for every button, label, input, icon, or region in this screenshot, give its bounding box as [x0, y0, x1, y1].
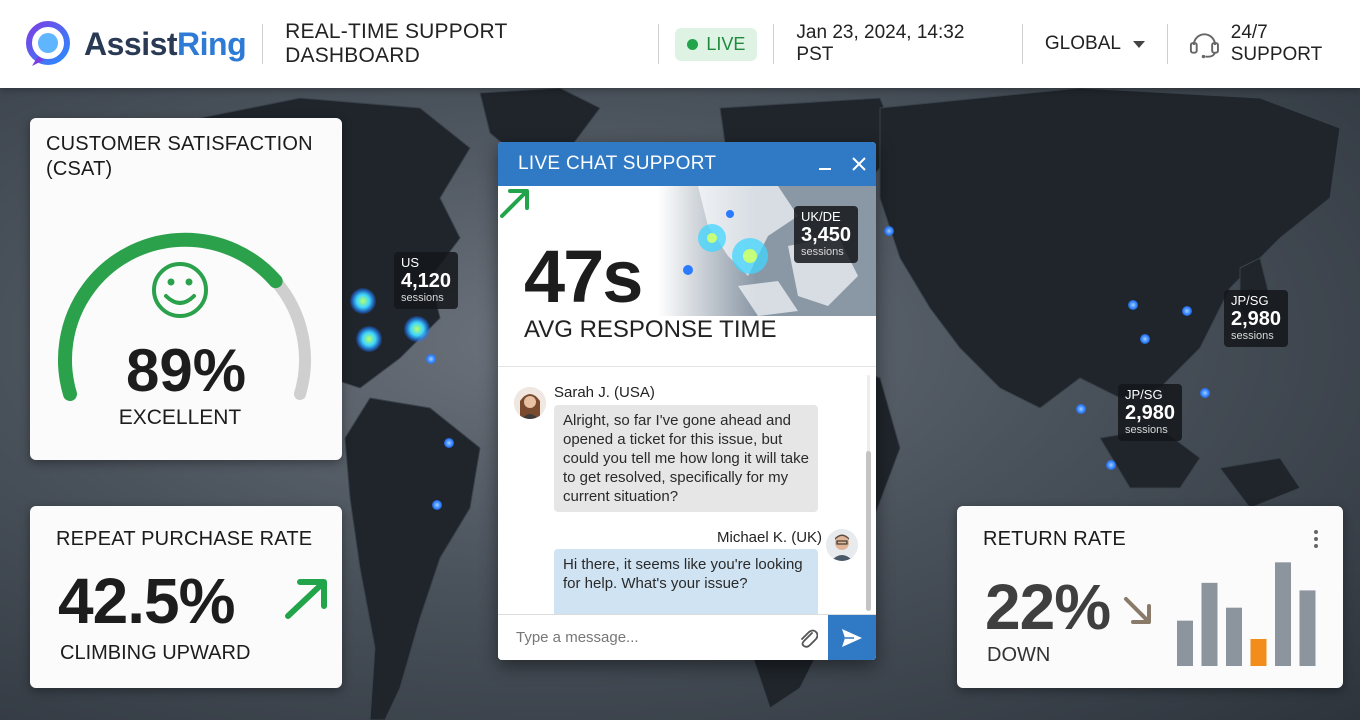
attach-button[interactable] [788, 616, 828, 660]
return-rate-bar [1299, 590, 1316, 666]
arrow-down-right-icon [1124, 597, 1151, 624]
paperclip-icon [801, 629, 818, 648]
map-hotspot [1106, 460, 1116, 470]
csat-card: CUSTOMER SATISFACTION (CSAT) 89% EXCELLE… [30, 118, 342, 460]
live-label: LIVE [706, 33, 746, 54]
repeat-purchase-card: REPEAT PURCHASE RATE 42.5% CLIMBING UPWA… [30, 506, 342, 688]
chat-title: LIVE CHAT SUPPORT [518, 153, 717, 174]
map-label-ukde[interactable]: UK/DE 3,450 sessions [794, 206, 859, 264]
region-dropdown[interactable]: GLOBAL [1023, 33, 1167, 55]
map-hotspot [1128, 300, 1138, 310]
return-rate-bar [1226, 607, 1242, 666]
support-label: 24/7 SUPPORT [1230, 22, 1323, 65]
map-hotspot [350, 288, 376, 314]
top-bar: AssistRing REAL-TIME SUPPORT DASHBOARD L… [0, 0, 1360, 88]
message-bubble: Alright, so far I've gone ahead and open… [554, 405, 818, 512]
headset-icon [1189, 33, 1219, 59]
map-label-unit: sessions [401, 292, 444, 305]
csat-value: 89% [125, 337, 247, 404]
datetime: Jan 23, 2024, 14:32 PST [796, 22, 965, 65]
return-rate-bar [1201, 582, 1218, 666]
map-label-value: 4,120 [401, 270, 452, 293]
map-label-value: 2,980 [1231, 308, 1282, 331]
send-icon [842, 628, 862, 647]
message-author: Sarah J. (USA) [554, 384, 655, 401]
chat-header: LIVE CHAT SUPPORT [498, 142, 876, 186]
map-label-code: US [401, 255, 420, 270]
minimize-icon [819, 168, 831, 170]
map-hotspot [404, 316, 430, 342]
repeat-purchase-trend: CLIMBING UPWARD [60, 642, 251, 664]
assistring-logo-icon [26, 21, 70, 66]
send-button[interactable] [828, 614, 876, 660]
return-rate-bar-chart [1177, 562, 1316, 666]
minimize-button[interactable] [808, 142, 842, 186]
dashboard-title: REAL-TIME SUPPORT DASHBOARD [285, 20, 508, 67]
map-label-unit: sessions [1125, 424, 1168, 437]
brand-name: AssistRing [84, 25, 247, 63]
close-icon [852, 157, 866, 171]
arrow-up-right-icon [500, 189, 529, 218]
map-label-unit: sessions [1231, 330, 1274, 343]
return-rate-bar [1177, 620, 1193, 666]
scrollbar-thumb[interactable] [866, 451, 871, 611]
live-chat-window: LIVE CHAT SUPPORT 47s AVG RESPONSE TIME … [498, 142, 876, 660]
map-hotspot [426, 354, 436, 364]
map-hotspot [1140, 334, 1150, 344]
message-author: Michael K. (UK) [717, 529, 823, 546]
live-badge: LIVE [675, 27, 758, 61]
map-label-jpsg[interactable]: JP/SG 2,980 sessions [1224, 290, 1289, 348]
message-bubble: Hi there, it seems like you're looking f… [554, 549, 818, 619]
map-label-unit: sessions [801, 246, 844, 259]
map-hotspot [1200, 388, 1210, 398]
chat-messages[interactable]: Sarah J. (USA) Alright, so far I've gone… [498, 366, 876, 619]
avg-response-label: AVG RESPONSE TIME [524, 316, 777, 343]
map-hotspot [884, 226, 894, 236]
csat-rating: EXCELLENT [118, 406, 242, 429]
map-hotspot [432, 500, 442, 510]
return-rate-card: RETURN RATE 22% DOWN [957, 506, 1343, 688]
map-label-value: 2,980 [1125, 402, 1176, 425]
map-hotspot [444, 438, 454, 448]
avatar [826, 529, 858, 561]
brand[interactable]: AssistRing [0, 20, 262, 68]
map-label-code: JP/SG [1231, 293, 1269, 308]
map-hotspot [356, 326, 382, 352]
live-dot-icon [687, 38, 699, 50]
map-hotspot [1076, 404, 1086, 414]
map-label-value: 3,450 [801, 224, 852, 247]
map-label-us[interactable]: US 4,120 sessions [394, 252, 459, 310]
return-rate-title: RETURN RATE [983, 528, 1126, 550]
woman-avatar-icon [514, 387, 546, 419]
brand-name-part1: Assist [84, 25, 178, 62]
return-rate-bar [1250, 639, 1267, 666]
repeat-purchase-value: 42.5% [58, 565, 235, 637]
avatar [514, 387, 546, 419]
avg-response-panel: 47s AVG RESPONSE TIME UK/DE 3,450 sessio… [498, 186, 876, 366]
chevron-down-icon [1132, 40, 1145, 48]
map-label-code: JP/SG [1125, 387, 1163, 402]
support-link[interactable]: 24/7 SUPPORT [1168, 22, 1360, 66]
map-label-jpsg[interactable]: JP/SG 2,980 sessions [1118, 384, 1183, 442]
chat-composer [498, 614, 876, 660]
header-divider [658, 24, 660, 64]
smiley-face-icon [152, 262, 208, 318]
repeat-purchase-title: REPEAT PURCHASE RATE [56, 528, 313, 550]
return-rate-value: 22% [985, 571, 1111, 643]
region-selected: GLOBAL [1044, 33, 1121, 54]
map-label-code: UK/DE [801, 209, 841, 224]
kebab-menu-icon[interactable] [1311, 528, 1321, 550]
chat-scrollbar[interactable] [866, 367, 872, 615]
return-rate-bar [1275, 562, 1291, 666]
arrow-up-right-icon [285, 579, 327, 619]
return-rate-trend: DOWN [987, 644, 1051, 666]
close-button[interactable] [842, 142, 876, 186]
map-hotspot [1182, 306, 1192, 316]
message-input[interactable] [498, 615, 788, 660]
brand-name-part2: Ring [177, 25, 247, 62]
man-avatar-icon [826, 529, 858, 561]
avg-response-value: 47s [524, 235, 643, 318]
